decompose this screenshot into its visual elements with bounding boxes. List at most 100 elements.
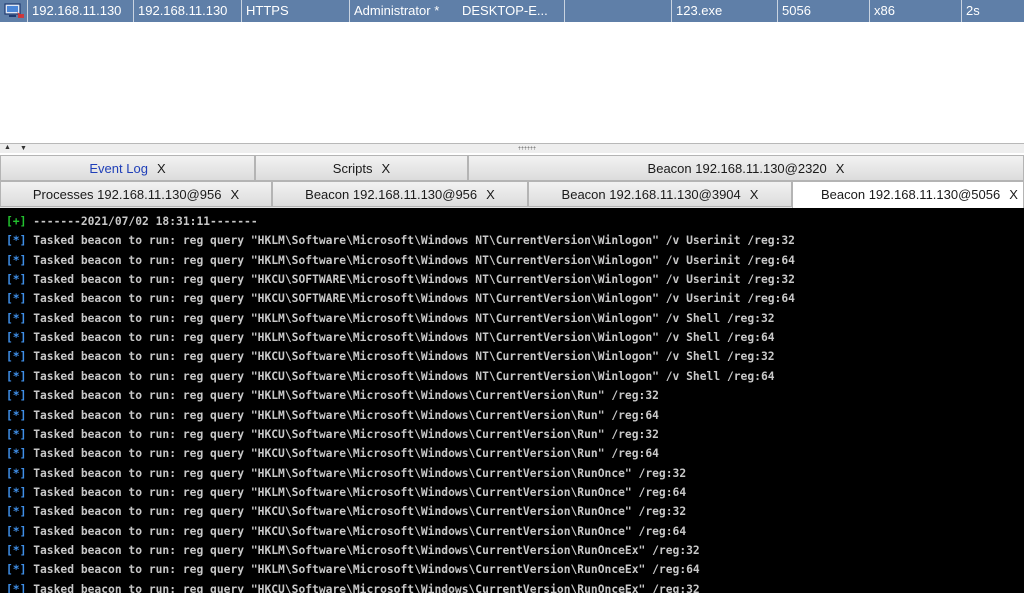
- console-line-prefix: [*]: [6, 447, 27, 461]
- console-line-text: Tasked beacon to run: reg query "HKCU\So…: [26, 505, 687, 519]
- console-line-prefix: [*]: [6, 466, 27, 480]
- console-line-prefix: [*]: [6, 563, 27, 577]
- tab-row-top: Event Log X Scripts X Beacon 192.168.11.13…: [0, 155, 1024, 182]
- console-line-text: Tasked beacon to run: reg query "HKLM\So…: [26, 563, 700, 577]
- console-line: [*] Tasked beacon to run: reg query "HKC…: [6, 347, 775, 366]
- console-line-text: Tasked beacon to run: reg query "HKCU\SO…: [26, 273, 795, 287]
- console-line: [*] Tasked beacon to run: reg query "HKC…: [6, 580, 700, 593]
- session-table[interactable]: 192.168.11.130 192.168.11.130 HTTPS Admi…: [0, 0, 1024, 143]
- console-line-prefix: [*]: [6, 369, 27, 383]
- console-line-text: Tasked beacon to run: reg query "HKLM\So…: [26, 389, 659, 403]
- console-line: [*] Tasked beacon to run: reg query "HKL…: [6, 541, 700, 560]
- console-line-prefix: [*]: [6, 389, 27, 403]
- console-line-prefix: [*]: [6, 253, 27, 267]
- tab-close-button[interactable]: X: [486, 187, 495, 202]
- console-line-text: Tasked beacon to run: reg query "HKLM\So…: [26, 311, 775, 325]
- tab-processes-956[interactable]: Processes 192.168.11.130@956 X: [0, 181, 272, 207]
- console-line-text: Tasked beacon to run: reg query "HKCU\So…: [26, 582, 700, 593]
- console-line-prefix: [*]: [6, 350, 27, 364]
- console-line-text: Tasked beacon to run: reg query "HKLM\So…: [26, 485, 687, 499]
- host-icon-cell: [0, 0, 28, 22]
- session-row[interactable]: 192.168.11.130 192.168.11.130 HTTPS Admi…: [0, 0, 1024, 22]
- console-line-text: Tasked beacon to run: reg query "HKLM\So…: [26, 234, 795, 248]
- console-line: [*] Tasked beacon to run: reg query "HKC…: [6, 367, 775, 386]
- listener-cell[interactable]: HTTPS: [242, 0, 350, 22]
- console-line-prefix: [*]: [6, 524, 27, 538]
- tab-label: Event Log: [89, 161, 148, 176]
- pid-cell[interactable]: 5056: [778, 0, 870, 22]
- console-line: [*] Tasked beacon to run: reg query "HKL…: [6, 464, 686, 483]
- tab-beacon-2320[interactable]: Beacon 192.168.11.130@2320 X: [468, 155, 1024, 181]
- console-line: [*] Tasked beacon to run: reg query "HKL…: [6, 251, 795, 270]
- console-line-text: Tasked beacon to run: reg query "HKCU\So…: [26, 447, 659, 461]
- divider-grip-icon[interactable]: [518, 146, 536, 150]
- console-line: [*] Tasked beacon to run: reg query "HKC…: [6, 289, 795, 308]
- tab-label: Beacon 192.168.11.130@3904: [561, 187, 741, 202]
- console-line-prefix: [*]: [6, 234, 27, 248]
- console-line: [+] -------2021/07/02 18:31:11-------: [6, 212, 258, 231]
- tab-label: Beacon 192.168.11.130@956: [305, 187, 478, 202]
- console-line: [*] Tasked beacon to run: reg query "HKL…: [6, 483, 686, 502]
- tab-close-button[interactable]: X: [1009, 187, 1018, 202]
- beacon-console-output[interactable]: [+] -------2021/07/02 18:31:11------- [*]…: [0, 208, 1024, 593]
- console-line: [*] Tasked beacon to run: reg query "HKC…: [6, 502, 686, 521]
- console-line: [*] Tasked beacon to run: reg query "HKL…: [6, 328, 775, 347]
- console-line-prefix: [*]: [6, 505, 27, 519]
- console-line-text: Tasked beacon to run: reg query "HKLM\So…: [26, 408, 659, 422]
- tab-label: Beacon 192.168.11.130@5056: [821, 187, 1001, 202]
- console-line: [*] Tasked beacon to run: reg query "HKC…: [6, 444, 659, 463]
- tab-row-bottom: Processes 192.168.11.130@956 X Beacon 192…: [0, 181, 1024, 209]
- console-line: [*] Tasked beacon to run: reg query "HKC…: [6, 522, 686, 541]
- console-line-prefix: [*]: [6, 582, 27, 593]
- console-line-prefix: [*]: [6, 311, 27, 325]
- user-cell[interactable]: Administrator *: [350, 0, 458, 22]
- process-cell[interactable]: 123.exe: [672, 0, 778, 22]
- console-line-prefix: [*]: [6, 331, 27, 345]
- console-line-text: -------2021/07/02 18:31:11-------: [26, 215, 258, 228]
- tab-beacon-3904[interactable]: Beacon 192.168.11.130@3904 X: [528, 181, 792, 207]
- console-line: [*] Tasked beacon to run: reg query "HKL…: [6, 231, 795, 250]
- tab-event-log[interactable]: Event Log X: [0, 155, 255, 181]
- console-line: [*] Tasked beacon to run: reg query "HKL…: [6, 560, 700, 579]
- console-line-text: Tasked beacon to run: reg query "HKCU\So…: [26, 427, 659, 441]
- tab-beacon-956[interactable]: Beacon 192.168.11.130@956 X: [272, 181, 528, 207]
- console-line: [*] Tasked beacon to run: reg query "HKC…: [6, 425, 659, 444]
- tab-label: Scripts: [332, 161, 373, 176]
- console-line-prefix: [*]: [6, 485, 27, 499]
- console-line-prefix: [*]: [6, 427, 27, 441]
- computer-cell[interactable]: DESKTOP-E...: [458, 0, 565, 22]
- console-line-prefix: [+]: [6, 215, 27, 228]
- console-line-text: Tasked beacon to run: reg query "HKCU\So…: [26, 524, 687, 538]
- computer-monitor-icon: [4, 3, 24, 18]
- tab-label: Processes 192.168.11.130@956: [32, 187, 222, 202]
- triangle-up-icon[interactable]: ▲: [4, 144, 11, 152]
- console-line-text: Tasked beacon to run: reg query "HKLM\So…: [26, 331, 775, 345]
- tab-close-button[interactable]: X: [750, 187, 759, 202]
- console-line-text: Tasked beacon to run: reg query "HKLM\So…: [26, 253, 795, 267]
- internal-ip-cell[interactable]: 192.168.11.130: [134, 0, 242, 22]
- tab-beacon-5056[interactable]: Beacon 192.168.11.130@5056 X: [792, 181, 1024, 209]
- console-line: [*] Tasked beacon to run: reg query "HKC…: [6, 270, 795, 289]
- arch-cell[interactable]: x86: [870, 0, 962, 22]
- console-line-text: Tasked beacon to run: reg query "HKCU\So…: [26, 350, 775, 364]
- console-line: [*] Tasked beacon to run: reg query "HKL…: [6, 386, 659, 405]
- external-ip-cell[interactable]: 192.168.11.130: [28, 0, 134, 22]
- console-line-text: Tasked beacon to run: reg query "HKCU\SO…: [26, 292, 795, 306]
- console-line-text: Tasked beacon to run: reg query "HKCU\So…: [26, 369, 775, 383]
- last-cell[interactable]: 2s: [962, 0, 1024, 22]
- split-pane-divider[interactable]: ▲ ▼: [0, 143, 1024, 153]
- console-line-prefix: [*]: [6, 408, 27, 422]
- tab-close-button[interactable]: X: [836, 161, 845, 176]
- console-line-text: Tasked beacon to run: reg query "HKLM\So…: [26, 543, 700, 557]
- tab-scripts[interactable]: Scripts X: [255, 155, 468, 181]
- tab-label: Beacon 192.168.11.130@2320: [647, 161, 827, 176]
- tab-close-button[interactable]: X: [157, 161, 166, 176]
- tab-close-button[interactable]: X: [230, 187, 239, 202]
- console-line-prefix: [*]: [6, 543, 27, 557]
- console-line-prefix: [*]: [6, 292, 27, 306]
- console-line: [*] Tasked beacon to run: reg query "HKL…: [6, 309, 775, 328]
- console-line: [*] Tasked beacon to run: reg query "HKL…: [6, 406, 659, 425]
- triangle-down-icon[interactable]: ▼: [20, 145, 27, 153]
- tab-close-button[interactable]: X: [382, 161, 391, 176]
- note-cell[interactable]: [565, 0, 672, 22]
